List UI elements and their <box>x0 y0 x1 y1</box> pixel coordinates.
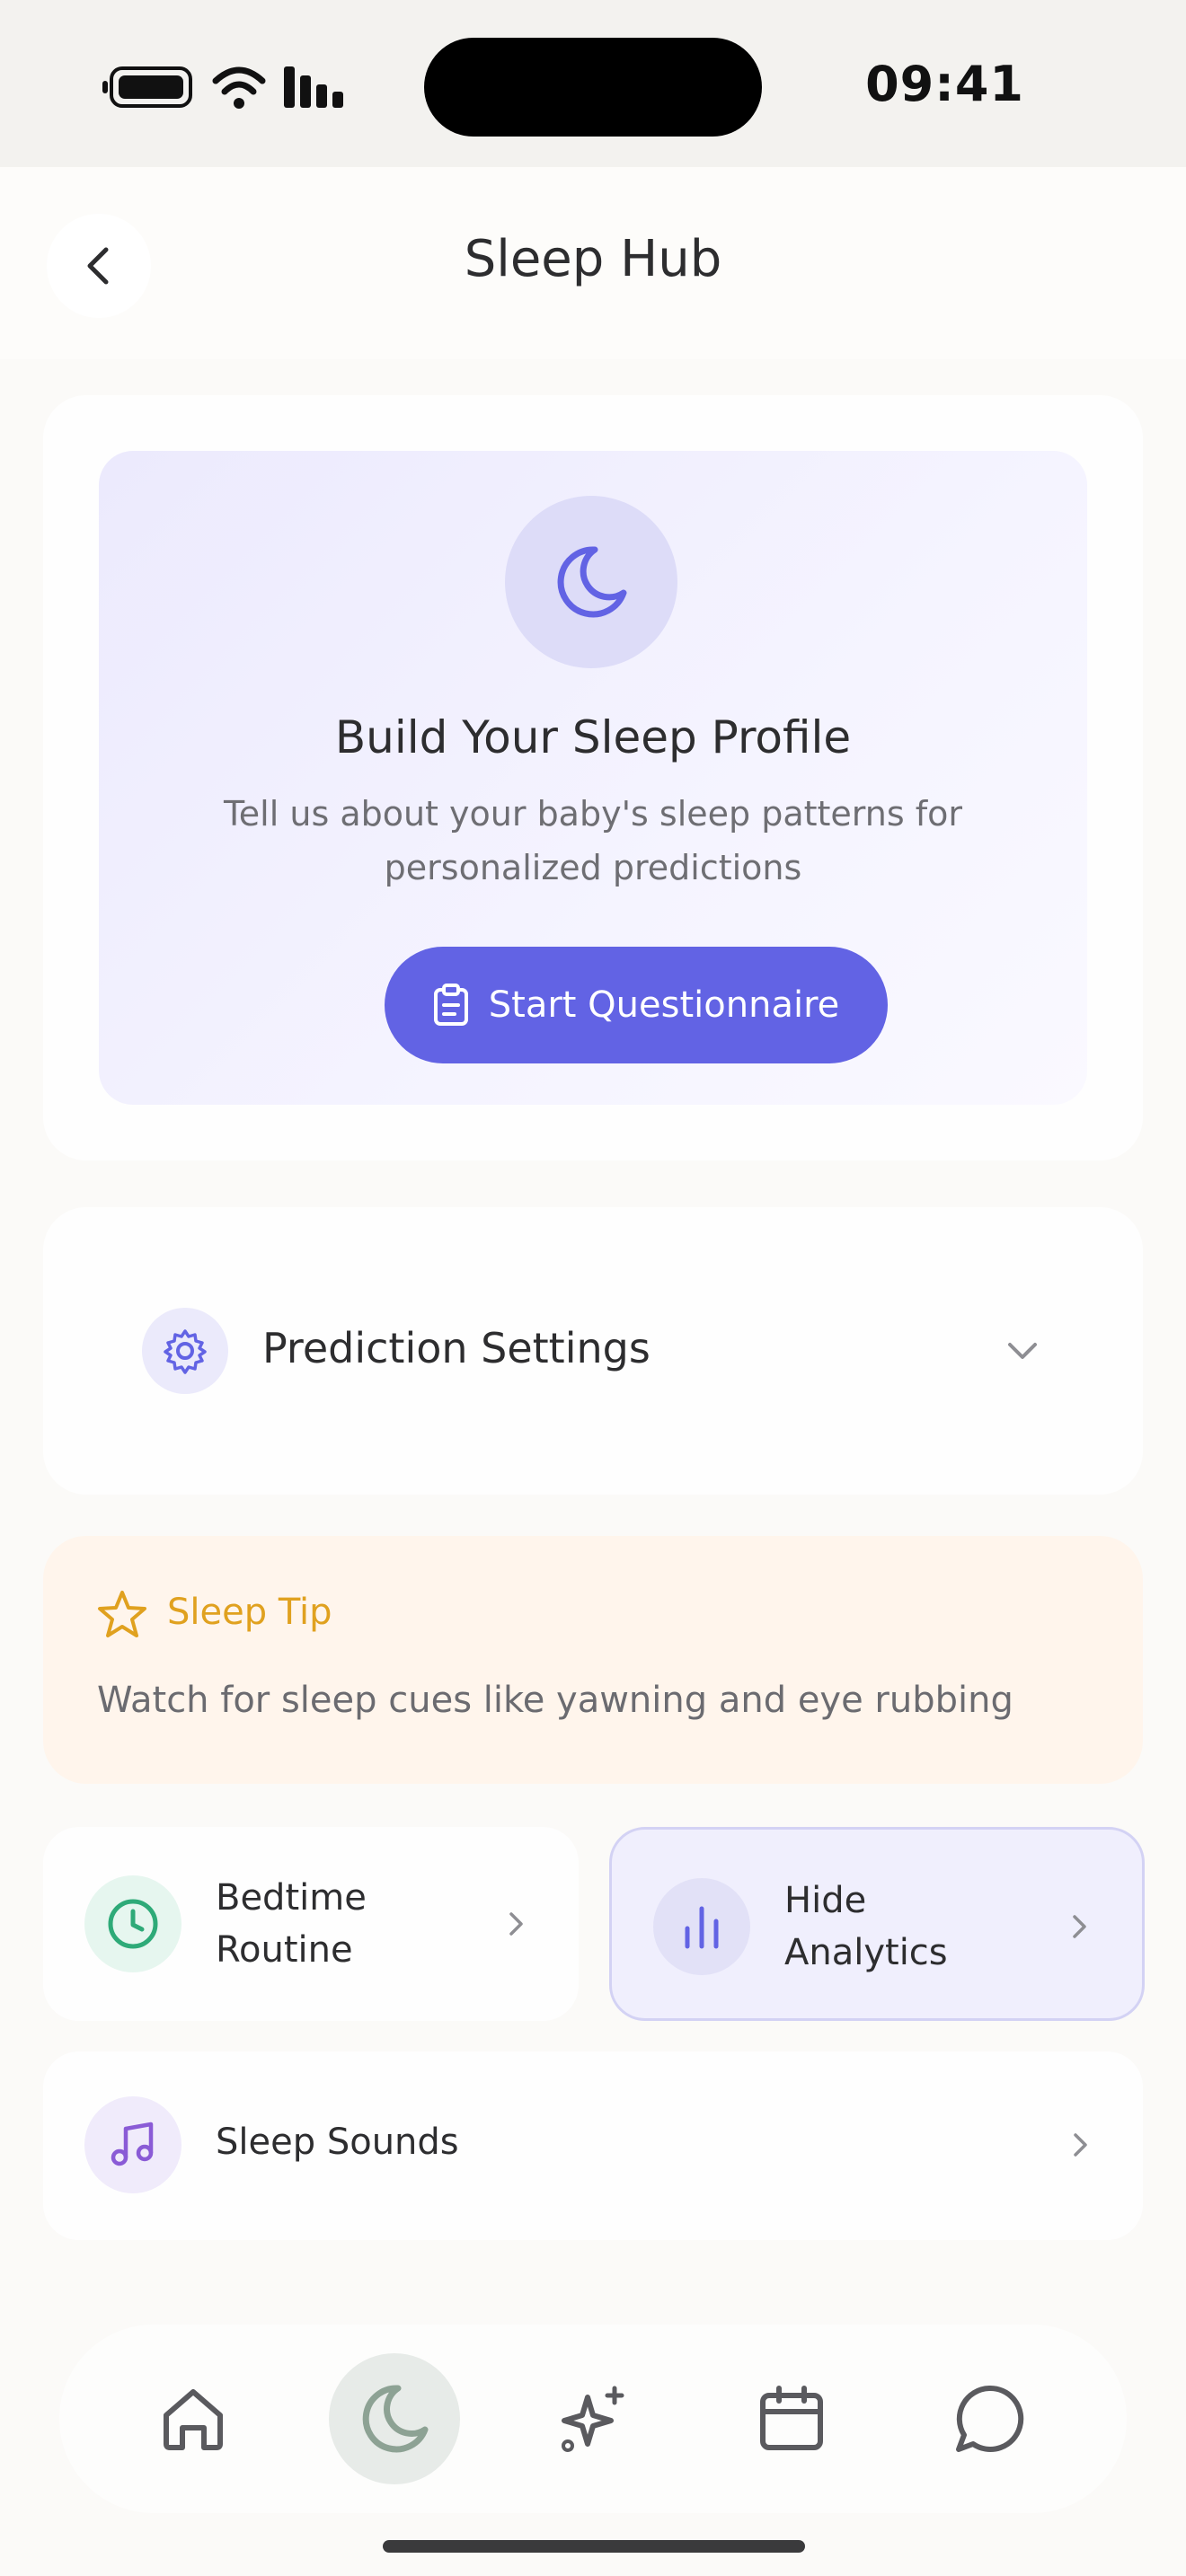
prediction-settings-label: Prediction Settings <box>262 1324 651 1372</box>
chevron-down-icon <box>1008 1343 1037 1359</box>
sleep-tip-title: Sleep Tip <box>167 1592 332 1633</box>
sleep-profile-panel: Build Your Sleep Profile Tell us about y… <box>99 451 1087 1105</box>
start-questionnaire-button[interactable]: Start Questionnaire <box>385 947 888 1063</box>
start-questionnaire-label: Start Questionnaire <box>488 984 840 1026</box>
clipboard-icon <box>433 984 468 1026</box>
moon-badge <box>505 496 677 668</box>
sleep-profile-card: Build Your Sleep Profile Tell us about y… <box>43 395 1143 1160</box>
sleep-sounds-label: Sleep Sounds <box>216 2122 459 2163</box>
clock-icon <box>108 1899 158 1949</box>
tab-home[interactable] <box>128 2353 259 2484</box>
profile-title: Build Your Sleep Profile <box>334 711 852 763</box>
tab-bar <box>59 2325 1127 2513</box>
sleep-tip-card: Sleep Tip Watch for sleep cues like yawn… <box>43 1536 1143 1784</box>
chat-icon <box>956 2385 1024 2452</box>
tab-sparkle[interactable] <box>527 2353 659 2484</box>
prediction-settings-toggle[interactable]: Prediction Settings <box>43 1207 1143 1495</box>
battery-icon <box>102 66 192 108</box>
music-note-icon <box>111 2122 154 2166</box>
signal-icon <box>284 66 343 108</box>
tab-calendar[interactable] <box>726 2353 857 2484</box>
profile-description: Tell us about your baby's sleep patterns… <box>224 794 962 887</box>
gear-icon <box>164 1329 207 1374</box>
calendar-icon <box>760 2386 823 2450</box>
chevron-right-icon <box>509 1912 523 1936</box>
music-badge <box>84 2096 181 2193</box>
chevron-right-icon <box>1074 2133 1087 2157</box>
sleep-sounds-card[interactable]: Sleep Sounds <box>43 2051 1143 2240</box>
status-bar: 09:41 <box>0 0 1186 167</box>
home-icon <box>164 2389 223 2450</box>
gear-badge <box>142 1308 228 1394</box>
star-icon <box>98 1591 146 1637</box>
sleep-tip-text: Watch for sleep cues like yawning and ey… <box>97 1680 1013 1721</box>
hide-analytics-card[interactable]: Hide Analytics <box>609 1827 1145 2021</box>
tab-chat[interactable] <box>924 2353 1055 2484</box>
clock-badge <box>84 1875 181 1972</box>
bar-chart-icon <box>685 1906 719 1949</box>
bedtime-routine-label: Bedtime Routine <box>216 1877 367 1971</box>
tab-sleep[interactable] <box>329 2353 460 2484</box>
dynamic-island <box>424 38 762 137</box>
bar-chart-badge <box>653 1878 750 1975</box>
moon-icon <box>557 546 627 618</box>
wifi-icon <box>212 66 266 109</box>
sparkle-icon <box>562 2386 624 2452</box>
hide-analytics-label: Hide Analytics <box>784 1880 948 1973</box>
status-time: 09:41 <box>865 56 1024 112</box>
chevron-right-icon <box>1073 1915 1086 1938</box>
bedtime-routine-card[interactable]: Bedtime Routine <box>43 1827 579 2021</box>
home-indicator <box>383 2540 805 2553</box>
page-title: Sleep Hub <box>464 230 722 288</box>
moon-icon <box>362 2385 429 2453</box>
header: Sleep Hub <box>0 167 1186 359</box>
